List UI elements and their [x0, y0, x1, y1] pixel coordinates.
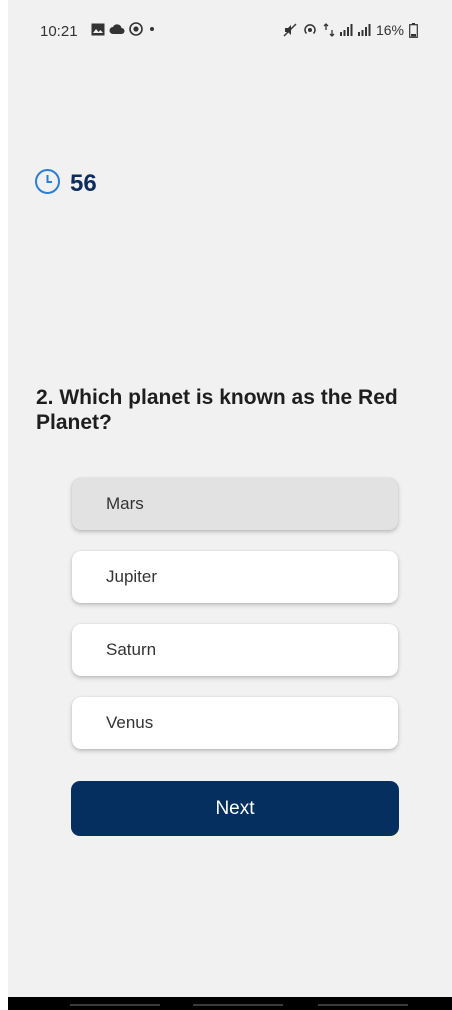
- timer: 56: [34, 168, 97, 200]
- cloud-icon: [109, 23, 125, 35]
- clock-icon: [34, 168, 61, 200]
- status-time: 10:21: [40, 23, 78, 40]
- gallery-icon: [91, 23, 105, 36]
- status-bar: 10:21 16%: [8, 0, 452, 60]
- option-saturn[interactable]: Saturn: [72, 624, 398, 676]
- nav-recents-indicator[interactable]: [70, 1004, 160, 1006]
- question-text: 2. Which planet is known as the Red Plan…: [36, 386, 398, 434]
- hotspot-icon: [302, 22, 318, 38]
- signal-icon: [339, 24, 353, 36]
- nav-back-indicator[interactable]: [318, 1004, 408, 1006]
- option-mars[interactable]: Mars: [72, 478, 398, 530]
- option-venus[interactable]: Venus: [72, 697, 398, 749]
- option-label: Saturn: [106, 640, 157, 659]
- navigation-bar: [8, 997, 452, 1010]
- quiz-screen: 10:21 16% 56 2. Which planet is known as…: [8, 0, 452, 1010]
- dot-icon: [147, 24, 157, 34]
- option-label: Venus: [106, 713, 154, 732]
- mute-icon: [283, 23, 297, 37]
- option-label: Jupiter: [106, 567, 158, 586]
- next-button[interactable]: Next: [71, 781, 399, 836]
- battery-percent: 16%: [375, 22, 404, 38]
- option-label: Mars: [106, 494, 144, 513]
- status-left-icons: [91, 22, 157, 36]
- battery-icon: [409, 22, 418, 38]
- record-icon: [129, 22, 143, 36]
- status-right: 16%: [283, 22, 418, 38]
- data-icon: [323, 23, 335, 37]
- nav-home-indicator[interactable]: [193, 1004, 283, 1006]
- signal-icon: [357, 24, 371, 36]
- option-jupiter[interactable]: Jupiter: [72, 551, 398, 603]
- timer-value: 56: [70, 170, 97, 197]
